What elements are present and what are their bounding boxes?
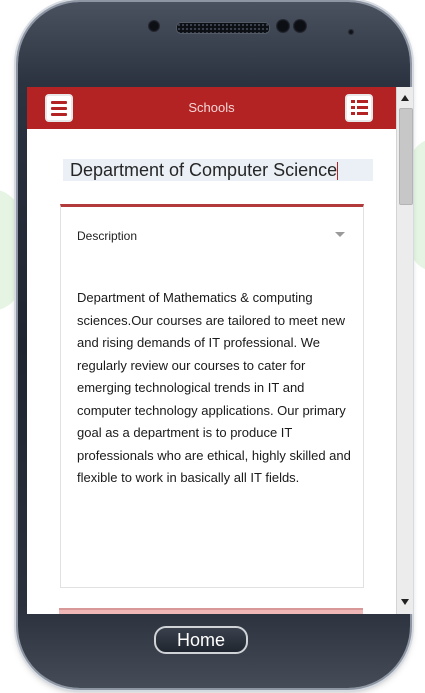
description-toggle[interactable]: Description (77, 229, 137, 243)
page-title: Department of Computer Science (63, 159, 373, 181)
list-view-button[interactable] (345, 94, 373, 122)
app-screen: Schools Department of Computer Science D… (27, 87, 413, 614)
front-camera (148, 20, 160, 32)
earpiece-speaker (176, 22, 270, 34)
scrollbar-thumb[interactable] (399, 108, 413, 205)
light-sensor (348, 29, 354, 35)
description-card: Description Department of Mathematics & … (60, 204, 364, 588)
scroll-down-arrow-icon[interactable] (401, 599, 409, 605)
menu-button[interactable] (45, 94, 73, 122)
next-card-edge (59, 608, 363, 614)
description-text: Department of Mathematics & computing sc… (77, 290, 351, 485)
scroll-up-arrow-icon[interactable] (401, 95, 409, 101)
app-header: Schools (27, 87, 396, 129)
header-title: Schools (188, 100, 235, 115)
chevron-down-icon[interactable] (335, 232, 345, 237)
home-button[interactable]: Home (154, 626, 248, 654)
scrollbar[interactable] (396, 87, 413, 614)
proximity-sensor-right (293, 19, 307, 33)
text-cursor (337, 162, 339, 181)
proximity-sensor-left (276, 19, 290, 33)
